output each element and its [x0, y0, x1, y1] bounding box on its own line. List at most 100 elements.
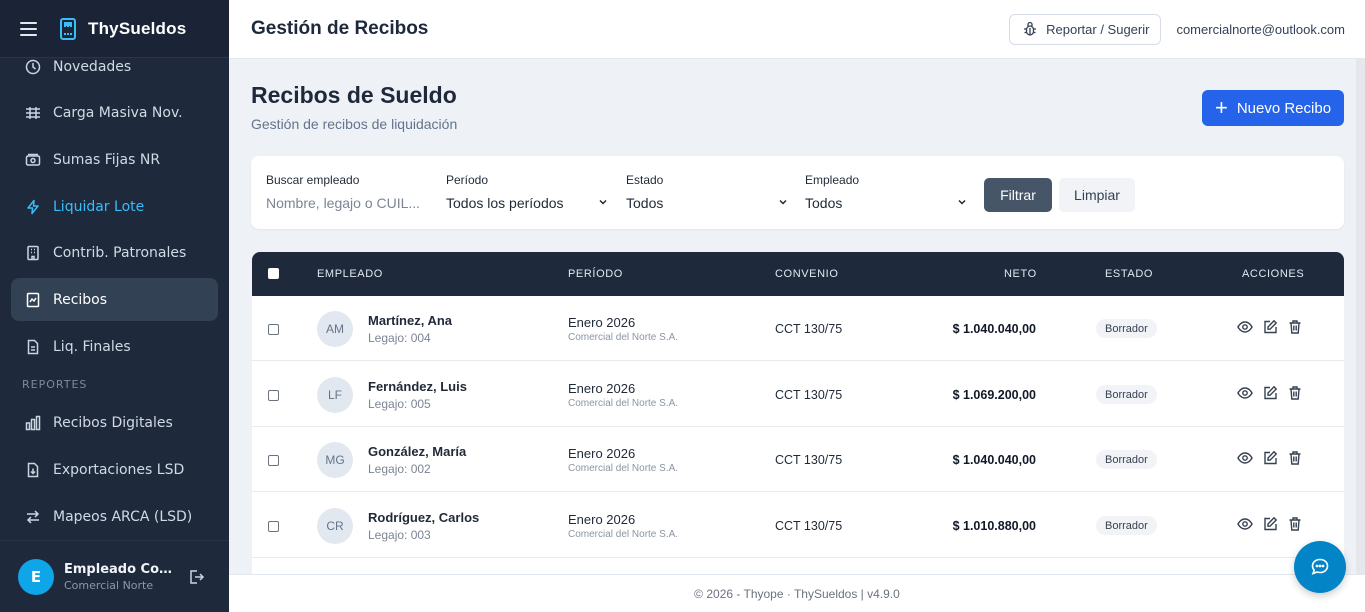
- row-actions: [1237, 516, 1303, 532]
- table-row[interactable]: AM Martínez, Ana Legajo: 004 Enero 2026 …: [252, 296, 1344, 361]
- edit-icon[interactable]: [1262, 385, 1278, 401]
- period: Enero 2026: [568, 446, 636, 461]
- report-suggest-label: Reportar / Sugerir: [1046, 21, 1150, 37]
- sidebar-item-novedades[interactable]: Novedades: [11, 58, 218, 88]
- estado-label: Estado: [626, 173, 664, 187]
- status-badge: Borrador: [1096, 385, 1157, 404]
- company: Comercial del Norte S.A.: [568, 463, 679, 474]
- search-filter: Buscar empleado Nombre, legajo o CUIL...: [266, 173, 426, 211]
- eye-icon[interactable]: [1237, 516, 1253, 532]
- main-content: Recibos de Sueldo Gestión de recibos de …: [229, 59, 1365, 574]
- edit-icon[interactable]: [1262, 319, 1278, 335]
- plus-icon: +: [1214, 95, 1228, 120]
- eye-icon[interactable]: [1237, 319, 1253, 335]
- company: Comercial del Norte S.A.: [568, 529, 679, 540]
- trash-icon[interactable]: [1287, 516, 1303, 532]
- row-checkbox[interactable]: [268, 390, 279, 401]
- user-name: Empleado Comercial Norte: [64, 561, 176, 577]
- sidebar-item-label: Liq. Finales: [53, 338, 131, 355]
- sidebar-item-label: Novedades: [53, 58, 132, 75]
- net-amount: $ 1.010.880,00: [952, 519, 1036, 533]
- avatar[interactable]: E: [18, 558, 54, 595]
- col-estado[interactable]: ESTADO: [1105, 268, 1153, 280]
- report-suggest-button[interactable]: Reportar / Sugerir: [1009, 13, 1162, 45]
- company: Comercial del Norte S.A.: [568, 332, 679, 343]
- sidebar-item-label: Liquidar Lote: [53, 198, 145, 215]
- sidebar-item-exportaciones-lsd[interactable]: Exportaciones LSD: [11, 449, 218, 492]
- scrollbar[interactable]: [1356, 59, 1365, 574]
- sidebar-item-sumas-fijas[interactable]: Sumas Fijas NR: [11, 138, 218, 181]
- search-input[interactable]: Nombre, legajo o CUIL...: [266, 195, 426, 211]
- table-icon: [25, 105, 41, 121]
- sidebar-item-liq-finales[interactable]: Liq. Finales: [11, 325, 218, 368]
- user-email[interactable]: comercialnorte@outlook.com: [1176, 22, 1345, 37]
- footer: © 2026 - Thyope · ThySueldos | v4.9.0: [229, 574, 1365, 612]
- sidebar-item-label: Recibos Digitales: [53, 415, 173, 432]
- row-checkbox[interactable]: [268, 324, 279, 335]
- trash-icon[interactable]: [1287, 450, 1303, 466]
- clock-icon: [25, 59, 41, 75]
- sidebar-item-label: Contrib. Patronales: [53, 245, 187, 262]
- sidebar-item-label: Exportaciones LSD: [53, 462, 185, 478]
- sidebar-item-liquidar-lote[interactable]: Liquidar Lote: [11, 185, 218, 228]
- col-periodo[interactable]: PERÍODO: [568, 268, 623, 280]
- cash-icon: [25, 152, 41, 168]
- sidebar-item-carga-masiva[interactable]: Carga Masiva Nov.: [11, 92, 218, 135]
- col-empleado[interactable]: EMPLEADO: [317, 268, 383, 280]
- table-row[interactable]: CR Rodríguez, Carlos Legajo: 003 Enero 2…: [252, 493, 1344, 558]
- trash-icon[interactable]: [1287, 385, 1303, 401]
- chat-button[interactable]: [1294, 541, 1346, 593]
- col-convenio[interactable]: CONVENIO: [775, 268, 838, 280]
- sidebar-item-contrib-patronales[interactable]: Contrib. Patronales: [11, 232, 218, 275]
- status-badge: Borrador: [1096, 516, 1157, 535]
- employee-name: Rodríguez, Carlos: [368, 510, 480, 525]
- row-checkbox[interactable]: [268, 521, 279, 532]
- sidebar-item-mapeos-arca[interactable]: Mapeos ARCA (LSD): [11, 495, 218, 538]
- row-checkbox[interactable]: [268, 455, 279, 466]
- period: Enero 2026: [568, 512, 636, 527]
- sidebar-section-reportes: REPORTES: [22, 377, 88, 391]
- avatar: LF: [317, 377, 353, 413]
- chat-bubble-icon: [1311, 558, 1329, 575]
- receipt-icon: [25, 292, 41, 308]
- periodo-label: Período: [446, 173, 489, 187]
- col-neto[interactable]: NETO: [1004, 268, 1037, 280]
- sidebar: ThySueldos Novedades Carga Masiva Nov. S…: [0, 0, 229, 612]
- row-actions: [1237, 319, 1303, 335]
- trash-icon[interactable]: [1287, 319, 1303, 335]
- select-all-checkbox[interactable]: [268, 268, 279, 279]
- user-org: Comercial Norte: [64, 578, 154, 592]
- sidebar-item-recibos-digitales[interactable]: Recibos Digitales: [11, 402, 218, 445]
- convenio: CCT 130/75: [775, 388, 843, 402]
- periodo-select[interactable]: Todos los períodos: [446, 195, 608, 211]
- chevron-down-icon: [958, 199, 966, 205]
- sidebar-item-label: Sumas Fijas NR: [53, 151, 161, 168]
- edit-icon[interactable]: [1262, 450, 1278, 466]
- estado-select[interactable]: Todos: [626, 195, 788, 211]
- eye-icon[interactable]: [1237, 385, 1253, 401]
- table-row[interactable]: MG González, María Legajo: 002 Enero 202…: [252, 427, 1344, 492]
- filter-button[interactable]: Filtrar: [984, 178, 1052, 212]
- app-name: ThySueldos: [88, 18, 187, 38]
- clear-button[interactable]: Limpiar: [1059, 178, 1135, 212]
- net-amount: $ 1.040.040,00: [952, 453, 1036, 467]
- calculator-icon: [60, 17, 76, 40]
- table-header: EMPLEADO PERÍODO CONVENIO NETO ESTADO AC…: [252, 252, 1344, 296]
- sidebar-item-recibos[interactable]: Recibos: [11, 278, 218, 322]
- page-subtitle: Gestión de recibos de liquidación: [251, 116, 458, 132]
- row-actions: [1237, 385, 1303, 401]
- menu-icon[interactable]: [20, 21, 37, 36]
- net-amount: $ 1.069.200,00: [952, 388, 1036, 402]
- user-profile: E Empleado Comercial Norte Comercial Nor…: [0, 540, 229, 612]
- table-row[interactable]: LF Fernández, Luis Legajo: 005 Enero 202…: [252, 362, 1344, 427]
- period: Enero 2026: [568, 315, 636, 330]
- lightning-icon: [25, 199, 41, 215]
- new-receipt-button[interactable]: + Nuevo Recibo: [1202, 90, 1344, 126]
- edit-icon[interactable]: [1262, 516, 1278, 532]
- filters-panel: Buscar empleado Nombre, legajo o CUIL...…: [251, 156, 1344, 229]
- period: Enero 2026: [568, 381, 636, 396]
- eye-icon[interactable]: [1237, 450, 1253, 466]
- logout-icon[interactable]: [187, 568, 205, 586]
- avatar: CR: [317, 508, 353, 544]
- empleado-select[interactable]: Todos: [805, 195, 967, 211]
